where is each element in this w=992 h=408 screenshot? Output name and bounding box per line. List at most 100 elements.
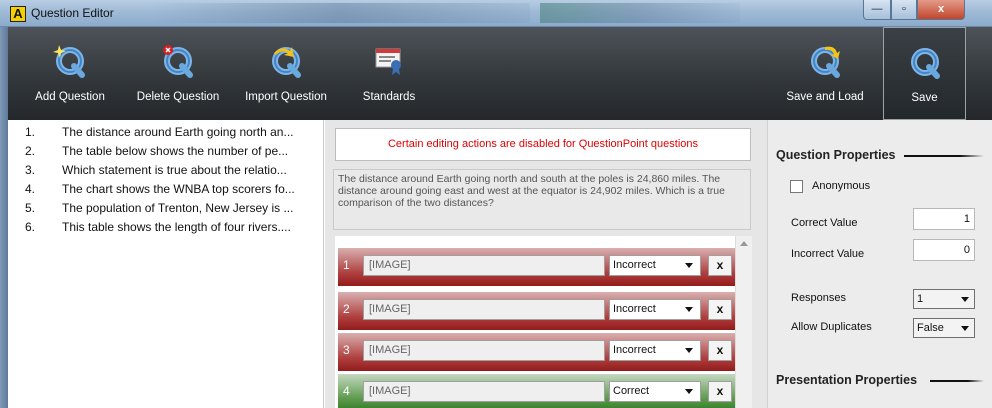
standards-label: Standards bbox=[362, 91, 416, 103]
standards-icon bbox=[375, 48, 401, 75]
chevron-down-icon bbox=[685, 263, 693, 268]
delete-question-button[interactable]: Delete Question bbox=[130, 27, 226, 120]
add-question-label: Add Question bbox=[35, 91, 105, 103]
question-list: 1. The distance around Earth going north… bbox=[17, 120, 324, 408]
question-properties-heading: Question Properties bbox=[776, 148, 896, 162]
question-list-item[interactable]: 5. The population of Trenton, New Jersey… bbox=[17, 199, 324, 218]
question-summary: The chart shows the WNBA top scorers fo.… bbox=[62, 182, 295, 196]
response-value-dropdown[interactable]: Incorrect bbox=[609, 299, 701, 320]
incorrect-value-field[interactable]: 0 bbox=[913, 239, 975, 261]
section-divider bbox=[904, 155, 984, 157]
response-row: 4 [IMAGE] Correct x bbox=[338, 374, 736, 408]
question-number: 4. bbox=[25, 182, 36, 196]
responses-list: 1 [IMAGE] Incorrect x 2 [IMAGE] Incorrec… bbox=[335, 236, 747, 408]
question-list-item[interactable]: 3. Which statement is true about the rel… bbox=[17, 161, 324, 180]
question-text-field[interactable]: The distance around Earth going north an… bbox=[333, 169, 751, 230]
response-value-dropdown[interactable]: Incorrect bbox=[609, 340, 701, 361]
response-value-dropdown[interactable]: Incorrect bbox=[609, 255, 701, 276]
response-text-field[interactable]: [IMAGE] bbox=[363, 255, 605, 276]
response-text-field[interactable]: [IMAGE] bbox=[363, 340, 605, 361]
chevron-down-icon bbox=[685, 307, 693, 312]
allow-duplicates-value: False bbox=[917, 322, 944, 334]
delete-response-button[interactable]: x bbox=[708, 255, 732, 276]
delete-question-icon bbox=[163, 45, 193, 78]
response-value-text: Correct bbox=[613, 385, 650, 397]
response-value-dropdown[interactable]: Correct bbox=[609, 381, 701, 402]
save-and-load-icon bbox=[811, 46, 840, 78]
question-number: 3. bbox=[25, 163, 36, 177]
close-button[interactable]: x bbox=[917, 0, 965, 20]
responses-label: Responses bbox=[791, 292, 847, 304]
question-summary: Which statement is true about the relati… bbox=[62, 163, 287, 177]
blurred-background bbox=[150, 3, 530, 23]
response-number: 4 bbox=[343, 384, 350, 398]
window-title: Question Editor bbox=[31, 6, 114, 20]
question-list-item[interactable]: 1. The distance around Earth going north… bbox=[17, 123, 324, 142]
window-border bbox=[0, 27, 8, 408]
toolbar: Add Question Delete Question Import Ques… bbox=[8, 27, 992, 120]
delete-response-button[interactable]: x bbox=[708, 299, 732, 320]
save-button[interactable]: Save bbox=[883, 27, 966, 120]
save-label: Save bbox=[911, 92, 938, 104]
question-number: 1. bbox=[25, 125, 36, 139]
delete-response-button[interactable]: x bbox=[708, 340, 732, 361]
question-list-item[interactable]: 4. The chart shows the WNBA top scorers … bbox=[17, 180, 324, 199]
add-question-button[interactable]: Add Question bbox=[30, 27, 110, 120]
response-text-field[interactable]: [IMAGE] bbox=[363, 381, 605, 402]
blurred-background bbox=[540, 3, 740, 23]
response-number: 3 bbox=[343, 343, 350, 357]
app-icon: A bbox=[10, 6, 26, 22]
response-row: 1 [IMAGE] Incorrect x bbox=[338, 248, 736, 286]
save-icon bbox=[910, 48, 940, 79]
question-summary: The table below shows the number of pe..… bbox=[62, 144, 289, 158]
response-value-text: Incorrect bbox=[613, 344, 656, 356]
minimize-button[interactable]: — bbox=[863, 0, 891, 20]
question-summary: This table shows the length of four rive… bbox=[62, 220, 291, 234]
delete-question-label: Delete Question bbox=[136, 91, 220, 103]
response-number: 1 bbox=[343, 258, 350, 272]
response-value-text: Incorrect bbox=[613, 259, 656, 271]
import-question-button[interactable]: Import Question bbox=[238, 27, 334, 120]
incorrect-value-label: Incorrect Value bbox=[791, 248, 865, 260]
question-number: 6. bbox=[25, 220, 36, 234]
presentation-properties-heading: Presentation Properties bbox=[776, 373, 918, 387]
question-number: 5. bbox=[25, 201, 36, 215]
allow-duplicates-label: Allow Duplicates bbox=[791, 321, 872, 333]
title-bar: A Question Editor — ▫ x bbox=[0, 0, 992, 27]
responses-scrollbar[interactable] bbox=[735, 236, 752, 408]
responses-dropdown[interactable]: 1 bbox=[913, 289, 975, 309]
question-editor-panel: Certain editing actions are disabled for… bbox=[325, 120, 767, 408]
response-number: 2 bbox=[343, 302, 350, 316]
chevron-up-icon[interactable] bbox=[740, 241, 748, 246]
response-text-field[interactable]: [IMAGE] bbox=[363, 299, 605, 320]
response-value-text: Incorrect bbox=[613, 303, 656, 315]
question-list-item[interactable]: 2. The table below shows the number of p… bbox=[17, 142, 324, 161]
standards-button[interactable]: Standards bbox=[353, 27, 425, 120]
section-divider bbox=[930, 380, 984, 382]
response-row: 2 [IMAGE] Incorrect x bbox=[338, 292, 736, 330]
save-and-load-button[interactable]: Save and Load bbox=[781, 27, 869, 120]
chevron-down-icon bbox=[961, 297, 969, 302]
chevron-down-icon bbox=[685, 348, 693, 353]
question-summary: The distance around Earth going north an… bbox=[62, 125, 294, 139]
chevron-down-icon bbox=[961, 326, 969, 331]
import-question-icon bbox=[272, 47, 301, 78]
question-list-item[interactable]: 6. This table shows the length of four r… bbox=[17, 218, 324, 237]
properties-panel: Question Properties Anonymous Correct Va… bbox=[767, 120, 992, 408]
anonymous-checkbox[interactable] bbox=[790, 180, 803, 193]
editing-disabled-notice: Certain editing actions are disabled for… bbox=[335, 128, 751, 161]
delete-response-button[interactable]: x bbox=[708, 381, 732, 402]
question-summary: The population of Trenton, New Jersey is… bbox=[62, 201, 294, 215]
add-question-icon bbox=[53, 45, 85, 78]
import-question-label: Import Question bbox=[245, 91, 327, 103]
anonymous-label: Anonymous bbox=[812, 180, 871, 192]
correct-value-label: Correct Value bbox=[791, 217, 858, 229]
responses-value: 1 bbox=[917, 293, 924, 305]
question-number: 2. bbox=[25, 144, 36, 158]
response-row: 3 [IMAGE] Incorrect x bbox=[338, 333, 736, 371]
correct-value-field[interactable]: 1 bbox=[913, 208, 975, 230]
save-and-load-label: Save and Load bbox=[786, 91, 864, 103]
maximize-button[interactable]: ▫ bbox=[891, 0, 917, 20]
allow-duplicates-dropdown[interactable]: False bbox=[913, 318, 975, 338]
chevron-down-icon bbox=[685, 389, 693, 394]
